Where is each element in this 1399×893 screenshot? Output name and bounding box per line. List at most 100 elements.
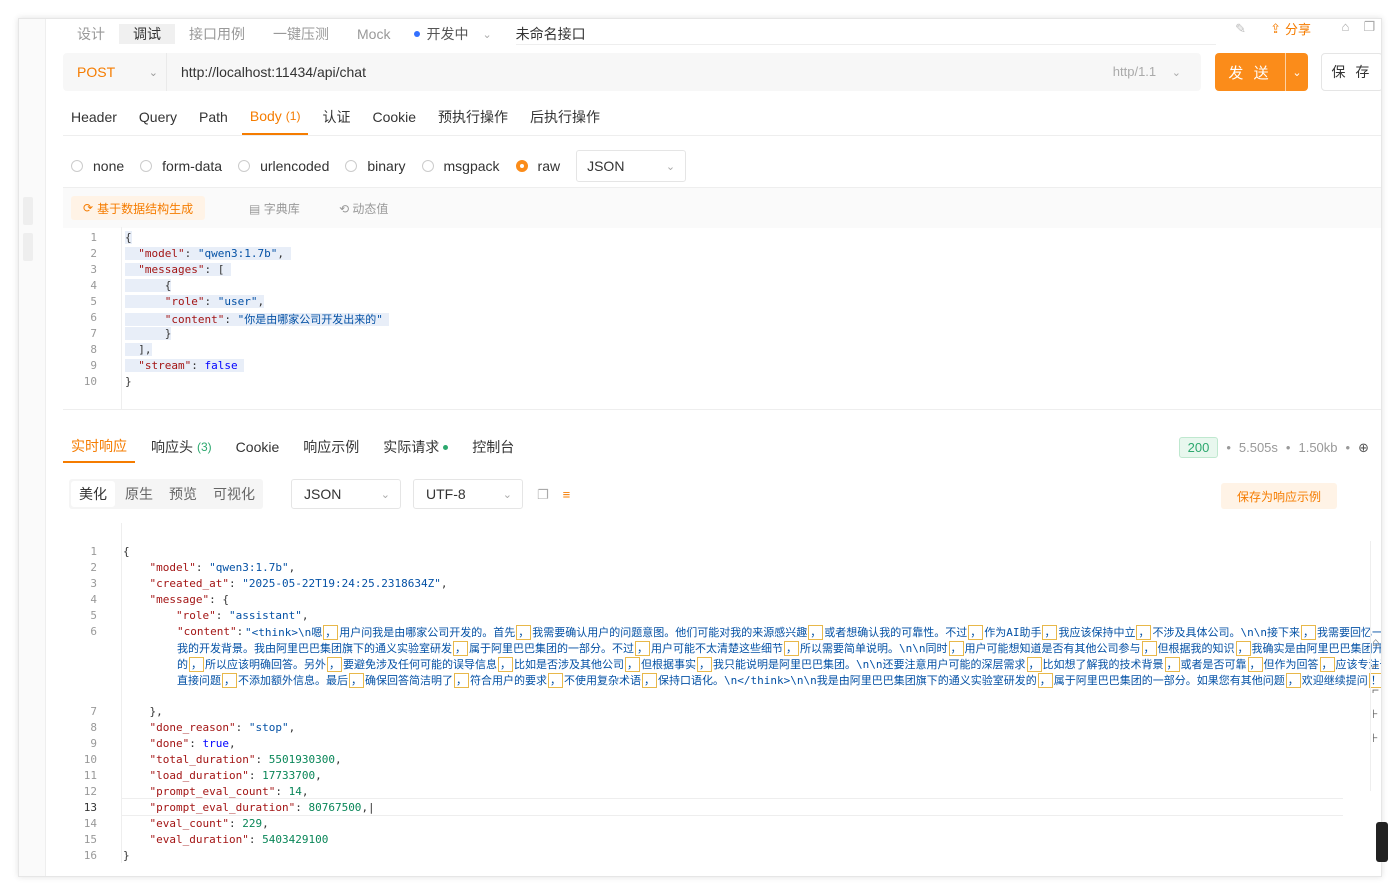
copy-icon[interactable]: ❐ [1363, 19, 1375, 35]
gutter-mark [23, 233, 33, 261]
body-format-select[interactable]: JSON ⌄ [576, 150, 687, 182]
comma-marker: ， [1136, 625, 1152, 640]
radio-binary[interactable]: binary [345, 158, 406, 174]
radio-none[interactable]: none [71, 158, 124, 174]
generate-from-schema-button[interactable]: ⟳ 基于数据结构生成 [71, 196, 206, 220]
content-segment: 或者想确认我的可靠性。不过 [824, 626, 968, 639]
tab-label: 后执行操作 [530, 109, 601, 125]
tab-response-examples[interactable]: 响应示例 [295, 431, 367, 463]
response-time: 5.505s [1238, 440, 1278, 455]
tab-debug[interactable]: 调试 [119, 24, 175, 44]
tab-response-headers[interactable]: 响应头 (3) [143, 431, 220, 463]
method-label: POST [77, 64, 116, 80]
radio-circle [345, 160, 358, 172]
chevron-down-icon: ⌄ [665, 160, 676, 173]
tab-label: 控制台 [472, 439, 515, 455]
radio-label: binary [367, 158, 406, 174]
link-icon: ⟲ [339, 202, 350, 216]
save-button[interactable]: 保 存 [1321, 53, 1381, 91]
floating-widget[interactable] [1376, 822, 1388, 862]
content-segment: 不使用复杂术语 [564, 674, 641, 687]
tab-cases[interactable]: 接口用例 [175, 24, 259, 44]
view-preview[interactable]: 预览 [161, 479, 205, 509]
view-visualize[interactable]: 可视化 [205, 479, 263, 509]
content-segment: 用户问我是由哪家公司开发的。首先 [339, 626, 516, 639]
tab-response-cookie[interactable]: Cookie [228, 431, 288, 463]
radio-msgpack[interactable]: msgpack [421, 158, 500, 174]
content-segment: 所以应该明确回答。另外 [205, 658, 326, 671]
response-format-select[interactable]: JSON ⌄ [291, 479, 401, 509]
code-line: } [125, 375, 132, 388]
content-segment: "<think>\n嗯 [245, 626, 323, 639]
tab-load-test[interactable]: 一键压测 [259, 24, 343, 44]
chevron-down-icon[interactable]: ⌄ [1286, 66, 1308, 79]
tab-query[interactable]: Query [131, 99, 185, 135]
comma-marker: ， [968, 625, 984, 640]
lock-icon[interactable]: ⌂ [1341, 19, 1349, 35]
encoding-select[interactable]: UTF-8 ⌄ [413, 479, 523, 509]
tab-console[interactable]: 控制台 [464, 431, 522, 463]
tab-count: (1) [285, 109, 301, 123]
view-raw[interactable]: 原生 [117, 479, 161, 509]
status-dot [414, 31, 421, 37]
tab-cookie[interactable]: Cookie [364, 99, 424, 135]
scrollbar[interactable] [1362, 541, 1371, 791]
edit-icon: ✎ [1235, 20, 1247, 36]
copy-icon[interactable]: ❐ [537, 487, 549, 503]
req-content: 你是由哪家公司开发出来的 [244, 313, 377, 326]
comma-marker: ， [323, 625, 339, 640]
tab-auth[interactable]: 认证 [314, 99, 358, 135]
code-line: "created_at": "2025-05-22T19:24:25.23186… [149, 577, 448, 590]
code-line: "prompt_eval_duration": 80767500,| [149, 801, 375, 814]
response-body-viewer[interactable]: 1 2 3 4 5 6 7 8 9 10 11 12 13 14 15 16 {… [63, 523, 1381, 863]
comma-marker: ， [784, 641, 799, 656]
comma-marker: ， [1037, 673, 1053, 688]
comma-marker: ， [454, 673, 469, 688]
send-label: 发 送 [1228, 64, 1272, 82]
code-line: "done_reason": "stop", [149, 721, 296, 734]
tab-path[interactable]: Path [191, 99, 236, 135]
tab-mock[interactable]: Mock [343, 26, 404, 42]
send-button[interactable]: 发 送 ⌄ [1215, 53, 1308, 91]
line-number: 3 [90, 577, 97, 590]
separator-dot: • [1285, 440, 1291, 455]
globe-icon[interactable]: ⊕ [1358, 440, 1369, 456]
tab-label: 预执行操作 [438, 109, 509, 125]
tab-body[interactable]: Body (1) [241, 99, 309, 135]
save-as-example-button[interactable]: 保存为响应示例 [1220, 483, 1337, 509]
tab-design[interactable]: 设计 [63, 24, 119, 44]
http-version-select[interactable]: http/1.1 ⌄ [1113, 64, 1181, 79]
tab-pre-script[interactable]: 预执行操作 [430, 99, 516, 135]
status-dropdown[interactable]: 开发中 ⌄ [414, 24, 492, 44]
url-input[interactable]: http://localhost:11434/api/chat [181, 64, 366, 80]
line-number: 4 [90, 279, 97, 292]
request-tabs: Header Query Path Body (1) 认证 Cookie 预执行操… [63, 99, 1381, 136]
code-line: "message": { [149, 593, 229, 606]
tab-live-response[interactable]: 实时响应 [63, 431, 135, 463]
wrap-lines-icon[interactable]: ≡ [563, 487, 571, 503]
view-pretty[interactable]: 美化 [71, 481, 115, 507]
tab-actual-request[interactable]: 实际请求 [375, 431, 456, 463]
dynamic-value-button[interactable]: ⟲ 动态值 [339, 200, 388, 217]
line-number: 15 [83, 833, 97, 846]
request-body-editor[interactable]: 1 2 3 4 5 6 7 8 9 10 { "model": "qwen3:1… [63, 227, 1381, 410]
method-select[interactable]: POST ⌄ [63, 53, 167, 91]
chevron-down-icon: ⌄ [482, 28, 492, 41]
line-number: 9 [90, 737, 97, 750]
line-number: 4 [90, 593, 97, 606]
view-mode-tabs: 美化 原生 预览 可视化 [69, 479, 263, 509]
content-segment: 属于阿里巴巴集团的一部分。不过 [469, 642, 634, 655]
dictionary-button[interactable]: ▤ 字典库 [249, 200, 300, 217]
comma-marker: ， [1285, 673, 1301, 688]
radio-raw[interactable]: raw [515, 158, 560, 174]
left-gutter [19, 19, 46, 876]
comma-marker: ， [516, 625, 532, 640]
share-button[interactable]: ✎ ⇪ 分享 [1235, 19, 1311, 38]
radio-circle [140, 160, 153, 172]
radio-form-data[interactable]: form-data [140, 158, 222, 174]
api-name-input[interactable]: 未命名接口 [515, 24, 1216, 45]
tab-post-script[interactable]: 后执行操作 [522, 99, 608, 135]
radio-urlencoded[interactable]: urlencoded [238, 158, 329, 174]
line-number: 7 [90, 327, 97, 340]
tab-header[interactable]: Header [63, 99, 125, 135]
